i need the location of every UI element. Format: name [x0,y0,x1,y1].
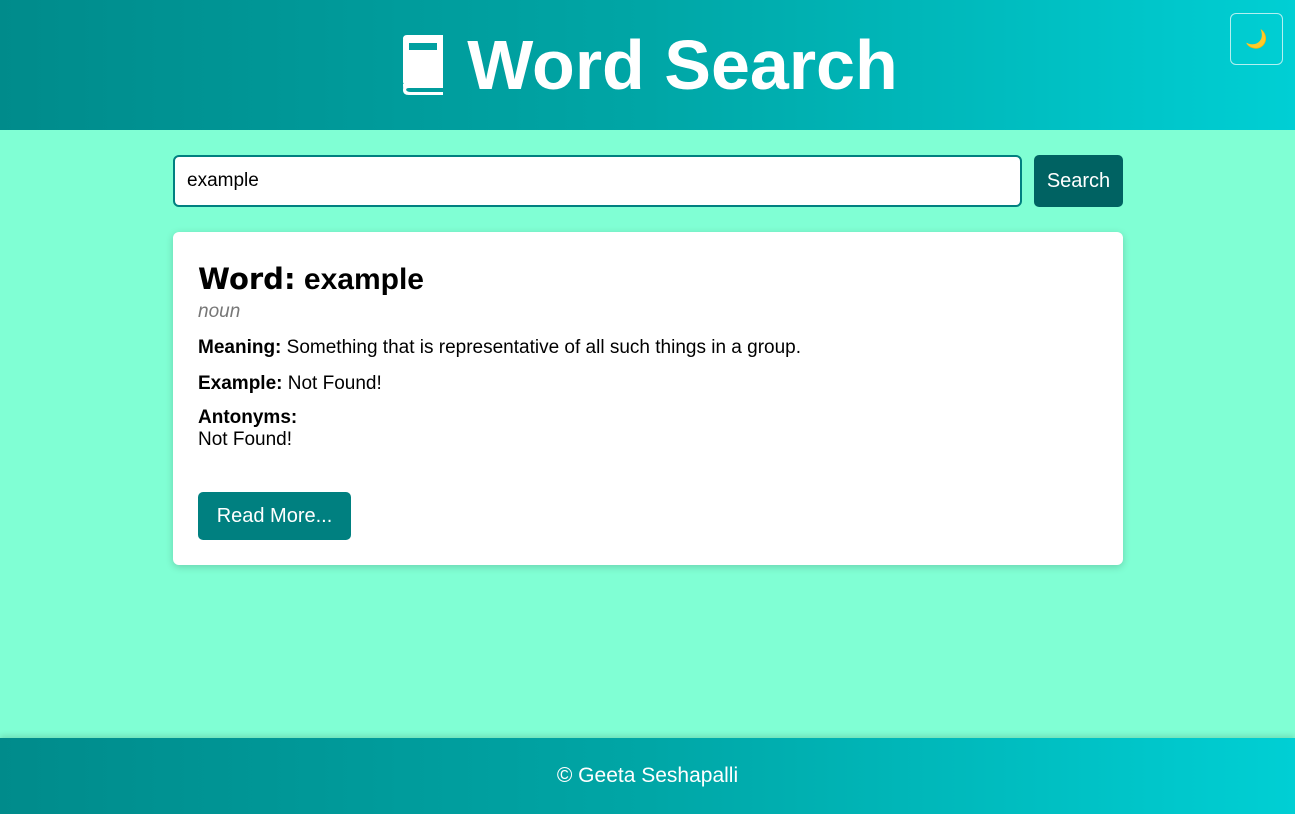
word-heading: Word: example [198,262,1098,297]
meaning-label: Meaning: [198,337,282,358]
result-card: Word: example noun Meaning: Something th… [173,232,1123,565]
search-button[interactable]: Search [1034,155,1123,207]
word-label: Word: [198,262,296,296]
moon-icon: 🌙 [1245,28,1268,49]
example-line: Example: Not Found! [198,373,1098,395]
antonyms-text: Not Found! [198,429,292,450]
antonyms-label: Antonyms: [198,407,298,428]
book-icon [403,35,444,95]
header: Word Search 🌙 [0,0,1295,130]
page-title: Word Search [467,26,898,104]
theme-toggle-button[interactable]: 🌙 [1230,13,1283,65]
footer-copyright: © Geeta Seshapalli [556,764,739,787]
part-of-speech: noun [198,301,241,322]
example-text: Not Found! [287,373,382,394]
footer: © Geeta Seshapalli [0,738,1295,814]
example-label: Example: [198,373,283,394]
word-value: example [303,263,424,296]
read-more-button[interactable]: Read More... [198,492,351,540]
meaning-text: Something that is representative of all … [286,337,802,358]
app-title: Word Search [397,30,898,100]
search-bar: Search [173,155,1123,207]
meaning-line: Meaning: Something that is representativ… [198,337,1098,359]
search-input[interactable] [173,155,1022,207]
